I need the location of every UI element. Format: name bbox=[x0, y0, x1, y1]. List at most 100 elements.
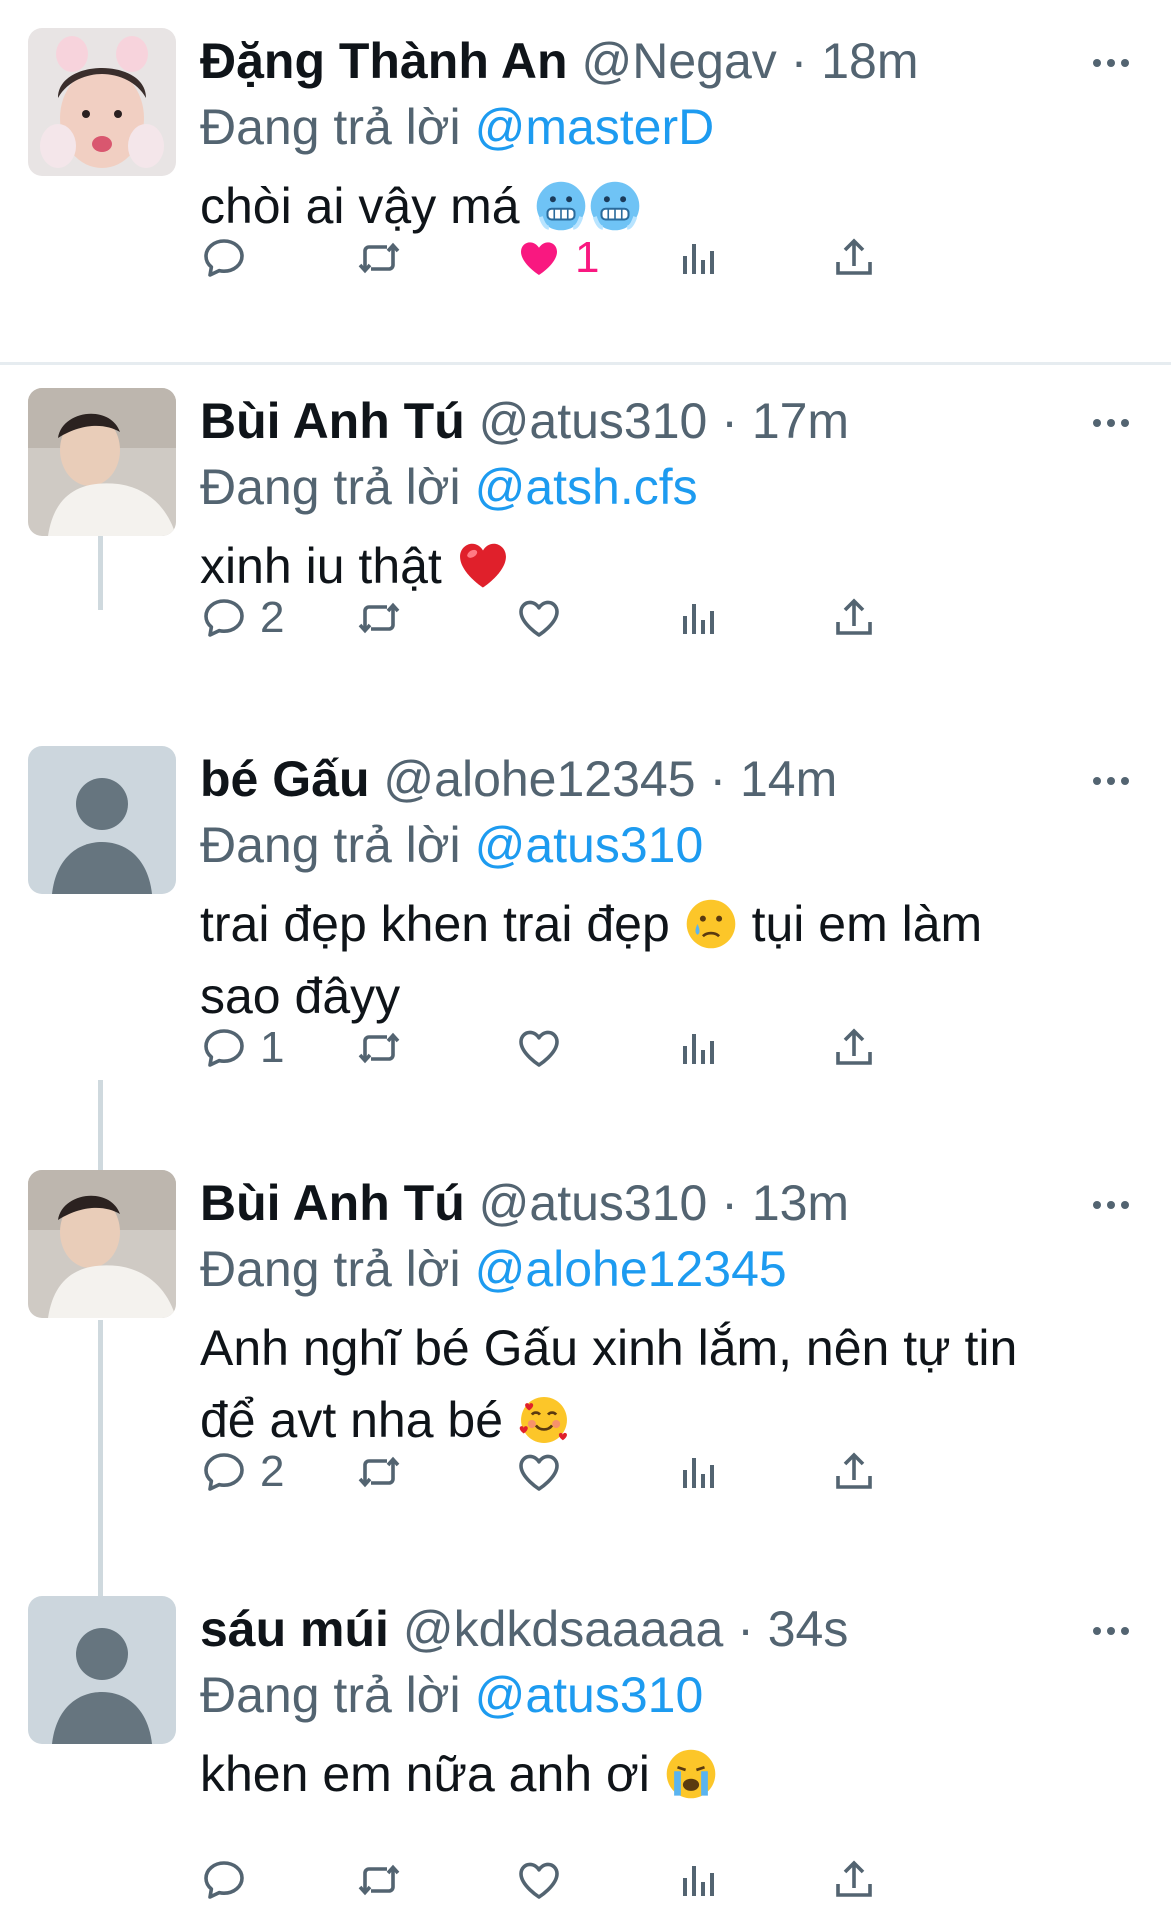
default-avatar-icon bbox=[28, 1596, 176, 1744]
handle[interactable]: @kdkdsaaaaa bbox=[403, 1601, 723, 1657]
separator-dot: · bbox=[721, 1175, 738, 1231]
display-name[interactable]: bé Gấu bbox=[200, 751, 369, 807]
default-avatar-icon bbox=[28, 746, 176, 894]
share-icon bbox=[830, 234, 878, 282]
like-icon bbox=[515, 594, 563, 642]
tweet-content: Bùi Anh Tú @atus310 · 17m Đang trả lời @… bbox=[200, 388, 1129, 602]
views-button[interactable] bbox=[675, 228, 723, 288]
views-button[interactable] bbox=[675, 1018, 723, 1078]
more-icon[interactable] bbox=[1081, 766, 1141, 796]
tweet-actions bbox=[200, 1850, 1080, 1910]
tweet-actions: 2 bbox=[200, 1442, 1080, 1502]
avatar-photo-atus310 bbox=[28, 388, 176, 536]
reply-count: 2 bbox=[260, 1447, 285, 1496]
timestamp[interactable]: 13m bbox=[752, 1175, 849, 1231]
avatar[interactable] bbox=[28, 28, 176, 176]
reply-icon bbox=[200, 1024, 248, 1072]
views-button[interactable] bbox=[675, 1442, 723, 1502]
retweet-icon bbox=[355, 594, 403, 642]
reply-button[interactable]: 1 bbox=[200, 1018, 284, 1078]
reply-icon bbox=[200, 234, 248, 282]
timestamp[interactable]: 34s bbox=[768, 1601, 849, 1657]
share-button[interactable] bbox=[830, 228, 878, 288]
handle[interactable]: @atus310 bbox=[479, 393, 708, 449]
display-name[interactable]: Bùi Anh Tú bbox=[200, 393, 465, 449]
reply-mention[interactable]: @atus310 bbox=[475, 817, 704, 873]
like-icon bbox=[515, 1448, 563, 1496]
more-icon[interactable] bbox=[1081, 1190, 1141, 1220]
handle[interactable]: @alohe12345 bbox=[383, 751, 695, 807]
share-icon bbox=[830, 594, 878, 642]
tweet-content: bé Gấu @alohe12345 · 14m Đang trả lời @a… bbox=[200, 746, 1129, 1032]
avatar[interactable] bbox=[28, 388, 176, 536]
avatar[interactable] bbox=[28, 746, 176, 894]
thread-line bbox=[98, 1080, 103, 1180]
retweet-button[interactable] bbox=[355, 228, 403, 288]
tweet-header: bé Gấu @alohe12345 · 14m bbox=[200, 746, 1111, 812]
retweet-button[interactable] bbox=[355, 1850, 403, 1910]
reply-mention[interactable]: @atsh.cfs bbox=[475, 459, 698, 515]
timestamp[interactable]: 18m bbox=[821, 33, 918, 89]
views-icon bbox=[675, 1024, 723, 1072]
reply-feed: Đặng Thành An @Negav · 18m Đang trả lời … bbox=[0, 0, 1171, 1920]
reply-prefix: Đang trả lời bbox=[200, 817, 461, 873]
tweet-content: Đặng Thành An @Negav · 18m Đang trả lời … bbox=[200, 28, 1129, 242]
tweet-header: Đặng Thành An @Negav · 18m bbox=[200, 28, 1111, 94]
handle[interactable]: @Negav bbox=[581, 33, 776, 89]
tweet-header: Bùi Anh Tú @atus310 · 17m bbox=[200, 388, 1111, 454]
share-icon bbox=[830, 1448, 878, 1496]
timestamp[interactable]: 14m bbox=[740, 751, 837, 807]
views-button[interactable] bbox=[675, 588, 723, 648]
share-button[interactable] bbox=[830, 1018, 878, 1078]
share-button[interactable] bbox=[830, 588, 878, 648]
loudly-crying-face-emoji bbox=[664, 1747, 718, 1801]
avatar[interactable] bbox=[28, 1596, 176, 1744]
like-button[interactable] bbox=[515, 1018, 575, 1078]
reply-prefix: Đang trả lời bbox=[200, 459, 461, 515]
retweet-button[interactable] bbox=[355, 588, 403, 648]
views-button[interactable] bbox=[675, 1850, 723, 1910]
display-name[interactable]: Đặng Thành An bbox=[200, 33, 568, 89]
more-icon[interactable] bbox=[1081, 1616, 1141, 1646]
like-button[interactable] bbox=[515, 588, 575, 648]
like-button[interactable] bbox=[515, 1850, 575, 1910]
handle[interactable]: @atus310 bbox=[479, 1175, 708, 1231]
crying-face-emoji bbox=[684, 897, 738, 951]
retweet-button[interactable] bbox=[355, 1018, 403, 1078]
reply-mention[interactable]: @alohe12345 bbox=[475, 1241, 787, 1297]
tweet-text-content: Anh nghĩ bé Gấu xinh lắm, nên tự tin bbox=[200, 1320, 1018, 1376]
tweet-text: khen em nữa anh ơi bbox=[200, 1738, 1111, 1810]
thread-line bbox=[98, 1320, 103, 1600]
like-icon bbox=[515, 234, 563, 282]
reply-mention[interactable]: @atus310 bbox=[475, 1667, 704, 1723]
retweet-button[interactable] bbox=[355, 1442, 403, 1502]
reply-button[interactable] bbox=[200, 228, 260, 288]
tweet-text-content: trai đẹp khen trai đẹp bbox=[200, 896, 670, 952]
more-icon[interactable] bbox=[1081, 48, 1141, 78]
reply-button[interactable]: 2 bbox=[200, 588, 284, 648]
reply-mention[interactable]: @masterD bbox=[475, 99, 715, 155]
reply-context: Đang trả lời @alohe12345 bbox=[200, 1236, 1111, 1302]
tweet-text-content: để avt nha bé bbox=[200, 1392, 504, 1448]
reply-icon bbox=[200, 1856, 248, 1904]
retweet-icon bbox=[355, 1024, 403, 1072]
like-icon bbox=[515, 1024, 563, 1072]
display-name[interactable]: Bùi Anh Tú bbox=[200, 1175, 465, 1231]
like-button[interactable]: 1 bbox=[515, 228, 599, 288]
tweet-content: Bùi Anh Tú @atus310 · 13m Đang trả lời @… bbox=[200, 1170, 1129, 1456]
tweet-text: Anh nghĩ bé Gấu xinh lắm, nên tự tin để … bbox=[200, 1312, 1111, 1456]
tweet-text-content: chòi ai vậy má bbox=[200, 178, 520, 234]
reply-context: Đang trả lời @atus310 bbox=[200, 1662, 1111, 1728]
more-icon[interactable] bbox=[1081, 408, 1141, 438]
like-button[interactable] bbox=[515, 1442, 575, 1502]
display-name[interactable]: sáu múi bbox=[200, 1601, 389, 1657]
reply-prefix: Đang trả lời bbox=[200, 1241, 461, 1297]
avatar[interactable] bbox=[28, 1170, 176, 1318]
cold-face-emoji bbox=[588, 179, 642, 233]
reply-button[interactable]: 2 bbox=[200, 1442, 284, 1502]
share-button[interactable] bbox=[830, 1850, 878, 1910]
divider bbox=[0, 362, 1171, 365]
reply-button[interactable] bbox=[200, 1850, 260, 1910]
share-button[interactable] bbox=[830, 1442, 878, 1502]
timestamp[interactable]: 17m bbox=[752, 393, 849, 449]
